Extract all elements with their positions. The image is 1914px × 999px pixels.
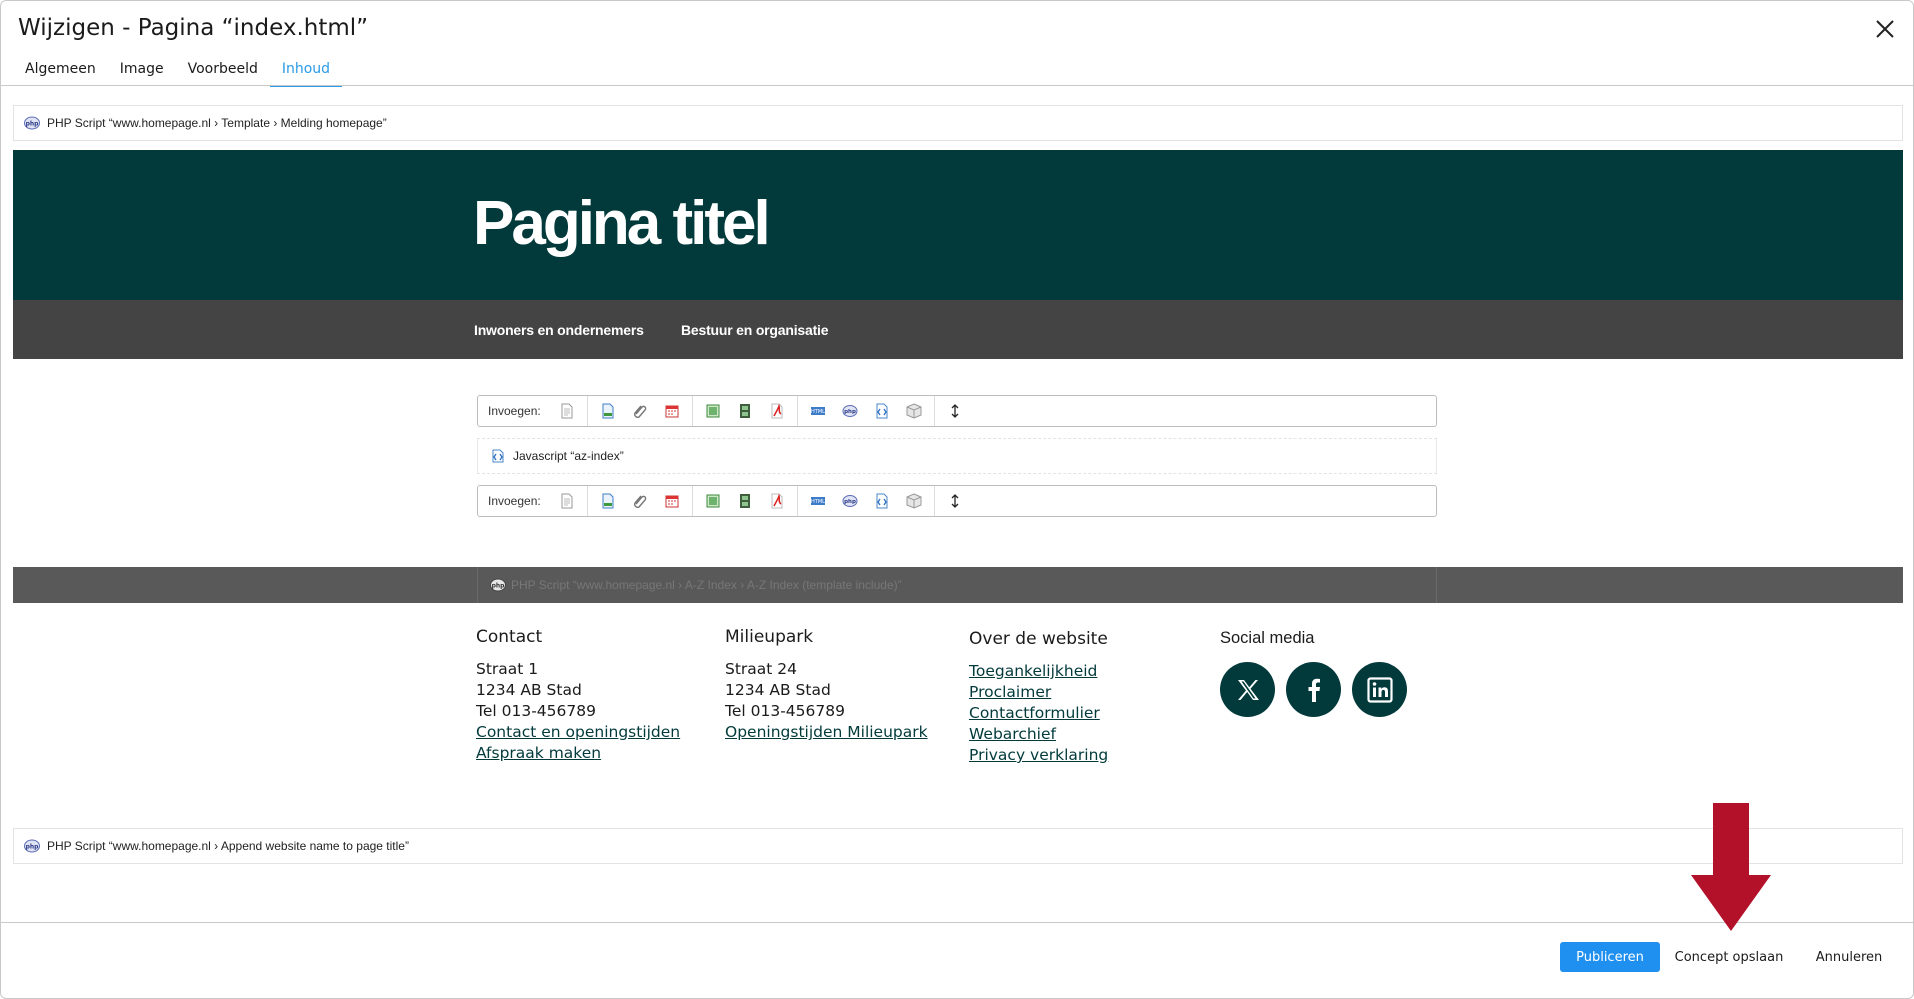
footer-contact-title: Contact [476,627,543,647]
php-icon[interactable]: php [834,396,866,426]
footer-social: Social media [1220,629,1407,717]
link-toegankelijkheid[interactable]: Toegankelijkheid [969,661,1108,682]
html-icon[interactable]: HTML [802,486,834,516]
footer-milieupark-line: Straat 24 [725,660,798,678]
svg-text:HTML: HTML [811,409,825,415]
link-openingstijden-milieupark[interactable]: Openingstijden Milieupark [725,722,928,743]
php-icon: php [490,578,506,592]
footer-divider [1,922,1913,923]
tab-image[interactable]: Image [108,57,176,87]
php-script-label: PHP Script “www.homepage.nl › A-Z Index … [511,578,902,592]
link-contact-openingstijden[interactable]: Contact en openingstijden [476,722,680,743]
page-icon[interactable] [551,396,583,426]
footer-milieupark-line: Tel 013-456789 [725,702,845,720]
footer-milieupark: Milieupark Straat 24 1234 AB Stad Tel 01… [725,627,928,743]
film-icon[interactable] [729,486,761,516]
insert-toolbar: Invoegen: HTML php [477,395,1437,427]
php-icon: php [24,116,40,130]
image-icon[interactable] [697,486,729,516]
php-script-bar-template[interactable]: php PHP Script “www.homepage.nl › Templa… [13,105,1903,141]
save-draft-button[interactable]: Concept opslaan [1673,942,1785,972]
svg-text:php: php [26,844,40,851]
tabs-divider [1,85,1913,86]
footer-milieupark-title: Milieupark [725,627,814,647]
php-script-label: PHP Script “www.homepage.nl › Template ›… [47,116,387,130]
svg-text:HTML: HTML [811,499,825,505]
facebook-icon[interactable] [1286,662,1341,717]
pdf-icon[interactable] [761,396,793,426]
html-icon[interactable]: HTML [802,396,834,426]
nav-item-bestuur[interactable]: Bestuur en organisatie [681,322,829,338]
php-icon[interactable]: php [834,486,866,516]
footer-website-title: Over de website [969,629,1108,649]
php-script-bar-az-index[interactable]: php PHP Script “www.homepage.nl › A-Z In… [477,567,1437,603]
php-script-label: PHP Script “www.homepage.nl › Append web… [47,839,409,853]
php-icon: php [24,839,40,853]
link-privacy-verklaring[interactable]: Privacy verklaring [969,745,1108,766]
nav-item-inwoners[interactable]: Inwoners en ondernemers [474,322,644,338]
php-script-bar-append-title[interactable]: php PHP Script “www.homepage.nl › Append… [13,828,1903,864]
link-contactformulier[interactable]: Contactformulier [969,703,1108,724]
footer-contact-line: Straat 1 [476,660,539,678]
main-navigation: Inwoners en ondernemers Bestuur en organ… [13,300,1903,359]
cancel-button[interactable]: Annuleren [1807,942,1891,972]
footer-contact-line: Tel 013-456789 [476,702,596,720]
arrow-down-icon [1691,803,1771,931]
javascript-icon[interactable] [866,396,898,426]
footer-milieupark-line: 1234 AB Stad [725,681,831,699]
publish-button[interactable]: Publiceren [1560,942,1660,972]
image-icon[interactable] [697,396,729,426]
film-icon[interactable] [729,396,761,426]
page-hero: Pagina titel [13,150,1903,300]
insert-label: Invoegen: [488,404,541,418]
dialog-title: Wijzigen - Pagina “index.html” [18,15,369,41]
tab-bar: Algemeen Image Voorbeeld Inhoud [13,57,343,87]
calendar-icon[interactable] [656,486,688,516]
close-icon[interactable] [1871,15,1899,43]
svg-text:php: php [492,583,506,590]
tab-voorbeeld[interactable]: Voorbeeld [176,57,270,87]
x-icon[interactable] [1220,662,1275,717]
svg-text:php: php [844,499,856,505]
footer-social-title: Social media [1220,629,1315,647]
edit-page-dialog: Wijzigen - Pagina “index.html” Algemeen … [0,0,1914,999]
svg-text:php: php [844,409,856,415]
tab-inhoud[interactable]: Inhoud [269,57,343,87]
link-proclaimer[interactable]: Proclaimer [969,682,1108,703]
linkedin-icon[interactable] [1352,662,1407,717]
insert-label: Invoegen: [488,494,541,508]
link-webarchief[interactable]: Webarchief [969,724,1108,745]
insert-toolbar: Invoegen: HTML php [477,485,1437,517]
az-index-band: php PHP Script “www.homepage.nl › A-Z In… [13,567,1903,603]
javascript-icon[interactable] [866,486,898,516]
attachment-icon[interactable] [624,486,656,516]
footer-contact: Contact Straat 1 1234 AB Stad Tel 013-45… [476,627,680,764]
javascript-icon [492,449,504,463]
document-icon[interactable] [592,486,624,516]
calendar-icon[interactable] [656,396,688,426]
document-icon[interactable] [592,396,624,426]
resize-icon[interactable] [939,396,971,426]
tab-algemeen[interactable]: Algemeen [13,57,108,87]
page-icon[interactable] [551,486,583,516]
svg-text:php: php [26,121,40,128]
pdf-icon[interactable] [761,486,793,516]
resize-icon[interactable] [939,486,971,516]
link-afspraak-maken[interactable]: Afspraak maken [476,743,680,764]
package-icon[interactable] [898,486,930,516]
javascript-block[interactable]: Javascript “az-index” [477,438,1437,474]
footer-contact-line: 1234 AB Stad [476,681,582,699]
package-icon[interactable] [898,396,930,426]
attachment-icon[interactable] [624,396,656,426]
page-title: Pagina titel [473,189,771,258]
footer-website: Over de website Toegankelijkheid Proclai… [969,629,1108,766]
javascript-label: Javascript “az-index” [513,449,624,463]
